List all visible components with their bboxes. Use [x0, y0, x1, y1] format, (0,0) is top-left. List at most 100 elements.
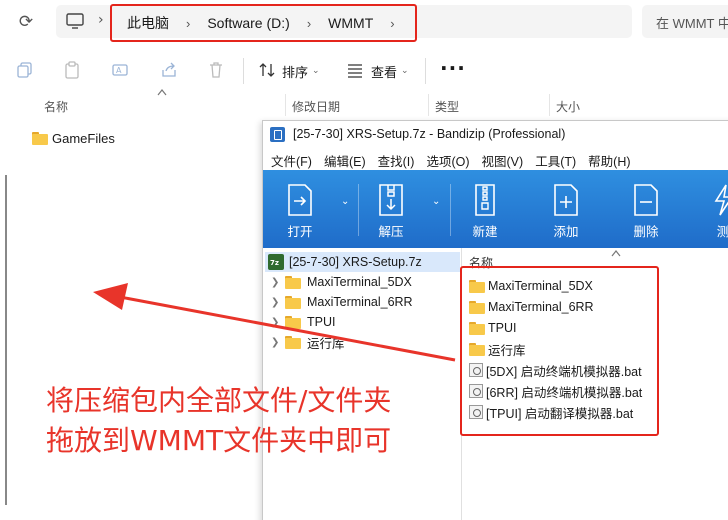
column-size[interactable]: 大小 [556, 98, 580, 115]
archive-file-list: 名称 MaxiTerminal_5DX MaxiTerminal_6RR TPU… [460, 248, 728, 520]
sort-ascending-icon [611, 250, 621, 257]
extract-button[interactable]: 解压 [361, 183, 421, 240]
sort-ascending-icon [157, 89, 167, 96]
file-name: MaxiTerminal_6RR [488, 300, 594, 314]
breadcrumb-wmmt[interactable]: WMMT [328, 15, 373, 31]
sort-icon[interactable] [258, 61, 276, 79]
menu-edit[interactable]: 编辑(E) [324, 148, 366, 170]
toolbar-divider [425, 58, 426, 84]
chevron-right-icon[interactable]: ❯ [271, 337, 285, 348]
column-divider [285, 94, 286, 116]
file-name: GameFiles [52, 131, 115, 146]
test-button[interactable]: 测 [693, 183, 728, 240]
new-archive-button[interactable]: 新建 [455, 183, 515, 240]
list-item[interactable]: [TPUI] 启动翻译模拟器.bat [469, 402, 633, 422]
menu-find[interactable]: 查找(I) [378, 148, 415, 170]
open-button[interactable]: 打开 [270, 183, 330, 240]
extract-label: 解压 [378, 225, 404, 239]
folder-icon [285, 315, 301, 329]
chevron-right-icon[interactable]: ❯ [271, 277, 285, 288]
breadcrumb: 此电脑 › Software (D:) › WMMT › [110, 4, 417, 42]
explorer-address-bar-area: ⟳ › 此电脑 › Software (D:) › WMMT › 在 WMMT … [0, 0, 728, 44]
file-name: [TPUI] 启动翻译模拟器.bat [486, 406, 634, 421]
share-icon[interactable] [160, 61, 178, 79]
column-divider [428, 94, 429, 116]
chevron-down-icon[interactable]: ⌄ [432, 196, 440, 207]
list-item[interactable]: [6RR] 启动终端机模拟器.bat [469, 381, 642, 401]
column-date[interactable]: 修改日期 [292, 98, 340, 115]
chevron-right-icon: › [98, 12, 104, 28]
menu-help[interactable]: 帮助(H) [588, 148, 630, 170]
chevron-right-icon[interactable]: ❯ [271, 297, 285, 308]
delete-icon [634, 184, 658, 216]
tree-item-label: TPUI [307, 315, 336, 329]
scrollbar[interactable] [5, 175, 7, 505]
file-name: [5DX] 启动终端机模拟器.bat [486, 364, 642, 379]
list-item[interactable]: [5DX] 启动终端机模拟器.bat [469, 360, 642, 380]
this-pc-icon[interactable] [66, 11, 84, 31]
list-item[interactable]: TPUI [469, 318, 516, 338]
explorer-command-bar: A 排序 ⌄ 查看 ⌄ ··· [0, 48, 728, 92]
ribbon-divider [358, 184, 359, 236]
chevron-down-icon[interactable]: ⌄ [401, 65, 409, 76]
view-icon[interactable] [346, 61, 364, 79]
file-name: TPUI [488, 321, 517, 335]
tree-item[interactable]: ❯ 运行库 [271, 332, 345, 352]
new-archive-label: 新建 [472, 225, 498, 239]
list-item[interactable]: MaxiTerminal_5DX [469, 276, 593, 296]
menu-view[interactable]: 视图(V) [482, 148, 524, 170]
folder-icon [469, 321, 485, 335]
chevron-right-icon[interactable]: › [307, 16, 311, 31]
menu-file[interactable]: 文件(F) [271, 148, 312, 170]
chevron-right-icon[interactable]: › [390, 16, 394, 31]
folder-icon [469, 342, 485, 356]
column-name[interactable]: 名称 [44, 98, 68, 115]
annotation-line-2: 拖放到WMMT文件夹中即可 [46, 424, 392, 457]
chevron-right-icon[interactable]: ❯ [271, 317, 285, 328]
tree-item-label: 运行库 [307, 336, 345, 351]
list-item[interactable]: MaxiTerminal_6RR [469, 297, 594, 317]
open-icon [288, 184, 312, 216]
rename-icon[interactable]: A [111, 61, 129, 79]
test-icon [714, 184, 728, 216]
refresh-icon[interactable]: ⟳ [14, 10, 38, 34]
more-options-icon[interactable]: ··· [440, 56, 466, 80]
tree-item[interactable]: ❯ MaxiTerminal_6RR [271, 292, 413, 312]
folder-icon [285, 275, 301, 289]
sort-button[interactable]: 排序 [282, 62, 308, 81]
breadcrumb-this-pc[interactable]: 此电脑 [127, 13, 169, 33]
search-input[interactable]: 在 WMMT 中 [642, 5, 728, 38]
copy-icon[interactable] [16, 61, 34, 79]
add-button[interactable]: 添加 [536, 183, 596, 240]
paste-icon[interactable] [63, 61, 81, 79]
breadcrumb-drive[interactable]: Software (D:) [207, 15, 289, 31]
file-list-header: 名称 修改日期 类型 大小 [0, 92, 728, 118]
tree-root-archive[interactable]: [25-7-30] XRS-Setup.7z [265, 252, 460, 272]
column-type[interactable]: 类型 [435, 98, 459, 115]
batch-file-icon [469, 405, 483, 419]
title-bar[interactable]: [25-7-30] XRS-Setup.7z - Bandizip (Profe… [263, 121, 728, 148]
list-item[interactable]: GameFiles [32, 131, 115, 146]
toolbar-divider [243, 58, 244, 84]
tree-item-label: MaxiTerminal_6RR [307, 295, 413, 309]
list-item[interactable]: 运行库 [469, 339, 526, 359]
chevron-down-icon[interactable]: ⌄ [341, 196, 349, 207]
menu-tools[interactable]: 工具(T) [535, 148, 576, 170]
new-archive-icon [475, 184, 495, 216]
tree-item[interactable]: ❯ TPUI [271, 312, 335, 332]
chevron-right-icon[interactable]: › [186, 16, 190, 31]
add-label: 添加 [553, 225, 579, 239]
delete-button[interactable]: 删除 [616, 183, 676, 240]
menu-options[interactable]: 选项(O) [426, 148, 469, 170]
tree-item[interactable]: ❯ MaxiTerminal_5DX [271, 272, 412, 292]
ribbon-toolbar: 打开 ⌄ 解压 ⌄ 新建 添加 删除 测 [263, 170, 728, 248]
folder-icon [32, 132, 48, 145]
delete-icon[interactable] [207, 61, 225, 79]
chevron-down-icon[interactable]: ⌄ [312, 65, 320, 76]
menu-bar: 文件(F) 编辑(E) 查找(I) 选项(O) 视图(V) 工具(T) 帮助(H… [263, 148, 728, 170]
ribbon-divider [450, 184, 451, 236]
extract-icon [379, 184, 403, 216]
view-button[interactable]: 查看 [371, 62, 397, 81]
column-divider [549, 94, 550, 116]
tree-item-label: MaxiTerminal_5DX [307, 275, 412, 289]
